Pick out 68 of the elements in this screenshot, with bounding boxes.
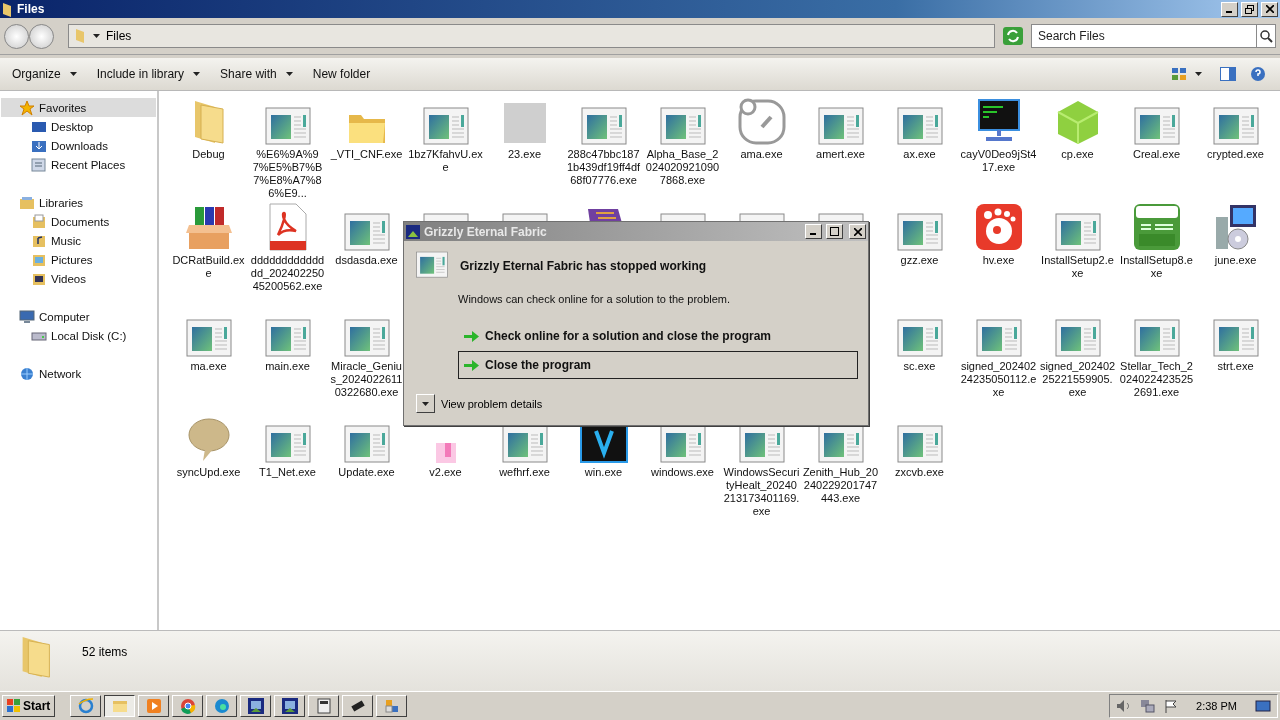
file-name[interactable]: ma.exe [170,360,247,373]
file-name[interactable]: _VTI_CNF.exe [328,148,405,161]
file-name[interactable]: amert.exe [802,148,879,161]
file-name[interactable]: Update.exe [328,466,405,479]
dialog-message: Windows can check online for a solution to the problem. [458,293,732,305]
file-name[interactable]: windows.exe [644,466,721,479]
file-name[interactable]: cp.exe [1039,148,1116,161]
sidebar-item[interactable]: Desktop [1,117,156,136]
dialog-title: Grizzly Eternal Fabric [424,224,548,239]
file-name[interactable]: T1_Net.exe [249,466,326,479]
toolbar-button[interactable]: Share with [212,67,301,81]
sidebar-item[interactable]: Favorites [1,98,156,117]
sidebar-item[interactable]: Computer [1,307,156,326]
file-name[interactable]: wefhrf.exe [486,466,563,479]
file-name[interactable]: 288c47bbc1871b439df19ff4df68f07776.exe [565,148,642,187]
sidebar-item[interactable]: Network [1,364,156,383]
file-name[interactable]: InstallSetup8.exe [1118,254,1195,280]
file-name[interactable]: DCRatBuild.exe [170,254,247,280]
dialog-heading: Grizzly Eternal Fabric has stopped working [460,259,707,273]
window-title: Files [17,2,46,16]
item-count: 52 items [82,645,128,659]
file-name[interactable]: sc.exe [881,360,958,373]
dialog-option[interactable]: Close the program [458,351,858,379]
search-field[interactable]: Search Files [1031,24,1256,48]
sidebar-item[interactable]: Music [1,231,156,250]
file-name[interactable]: win.exe [565,466,642,479]
sidebar-item[interactable]: Videos [1,269,156,288]
file-name[interactable]: dddddddddddddd_20240225045200562.exe [249,254,326,293]
file-name[interactable]: InstallSetup2.exe [1039,254,1116,280]
file-name[interactable]: %E6%9A%97%E5%B7%B7%E8%A7%86%E9... [249,148,326,200]
file-name[interactable]: 1bz7KfahvU.exe [407,148,484,174]
file-name[interactable]: ax.exe [881,148,958,161]
file-name[interactable]: crypted.exe [1197,148,1274,161]
file-name[interactable]: june.exe [1197,254,1274,267]
file-name[interactable]: signed_20240224235050112.exe [960,360,1037,399]
address-bar[interactable]: Files [68,24,995,48]
sidebar-item[interactable]: Libraries [1,193,156,212]
toolbar-button[interactable]: New folder [304,67,379,81]
file-name[interactable]: v2.exe [407,466,484,479]
file-name[interactable]: Zenith_Hub_20240229201747443.exe [802,466,879,505]
file-name[interactable]: Miracle_Genius_20240226110322680.exe [328,360,405,399]
file-name[interactable]: zxcvb.exe [881,466,958,479]
details-toggle-label[interactable]: View problem details [441,397,543,410]
file-name[interactable]: signed_20240225221559905.exe [1039,360,1116,399]
file-name[interactable]: ama.exe [723,148,800,161]
clock[interactable]: 2:38 PM [1196,700,1237,712]
sidebar-item[interactable]: Documents [1,212,156,231]
dialog-option[interactable]: Check online for a solution and close the program [458,322,858,350]
toolbar-button[interactable]: Organize [4,67,85,81]
file-name[interactable]: main.exe [249,360,326,373]
file-name[interactable]: syncUpd.exe [170,466,247,479]
file-name[interactable]: strt.exe [1197,360,1274,373]
file-name[interactable]: Creal.exe [1118,148,1195,161]
file-name[interactable]: Debug [170,148,247,161]
sidebar-item[interactable]: Recent Places [1,155,156,174]
start-button[interactable]: Start [2,695,56,717]
sidebar-item[interactable]: Pictures [1,250,156,269]
file-name[interactable]: Stellar_Tech_20240224235252691.exe [1118,360,1195,399]
file-name[interactable]: Alpha_Base_20240209210907868.exe [644,148,721,187]
file-name[interactable]: cayV0Deo9jSt417.exe [960,148,1037,174]
file-name[interactable]: WindowsSecurityHealt_20240213173401169.exe [723,466,800,518]
sidebar-item[interactable]: Local Disk (C:) [1,326,156,345]
sidebar-item[interactable]: Downloads [1,136,156,155]
file-name[interactable]: 23.exe [486,148,563,161]
file-name[interactable]: hv.exe [960,254,1037,267]
toolbar-button[interactable]: Include in library [88,67,209,81]
file-name[interactable]: dsdasda.exe [328,254,405,267]
file-name[interactable]: gzz.exe [881,254,958,267]
